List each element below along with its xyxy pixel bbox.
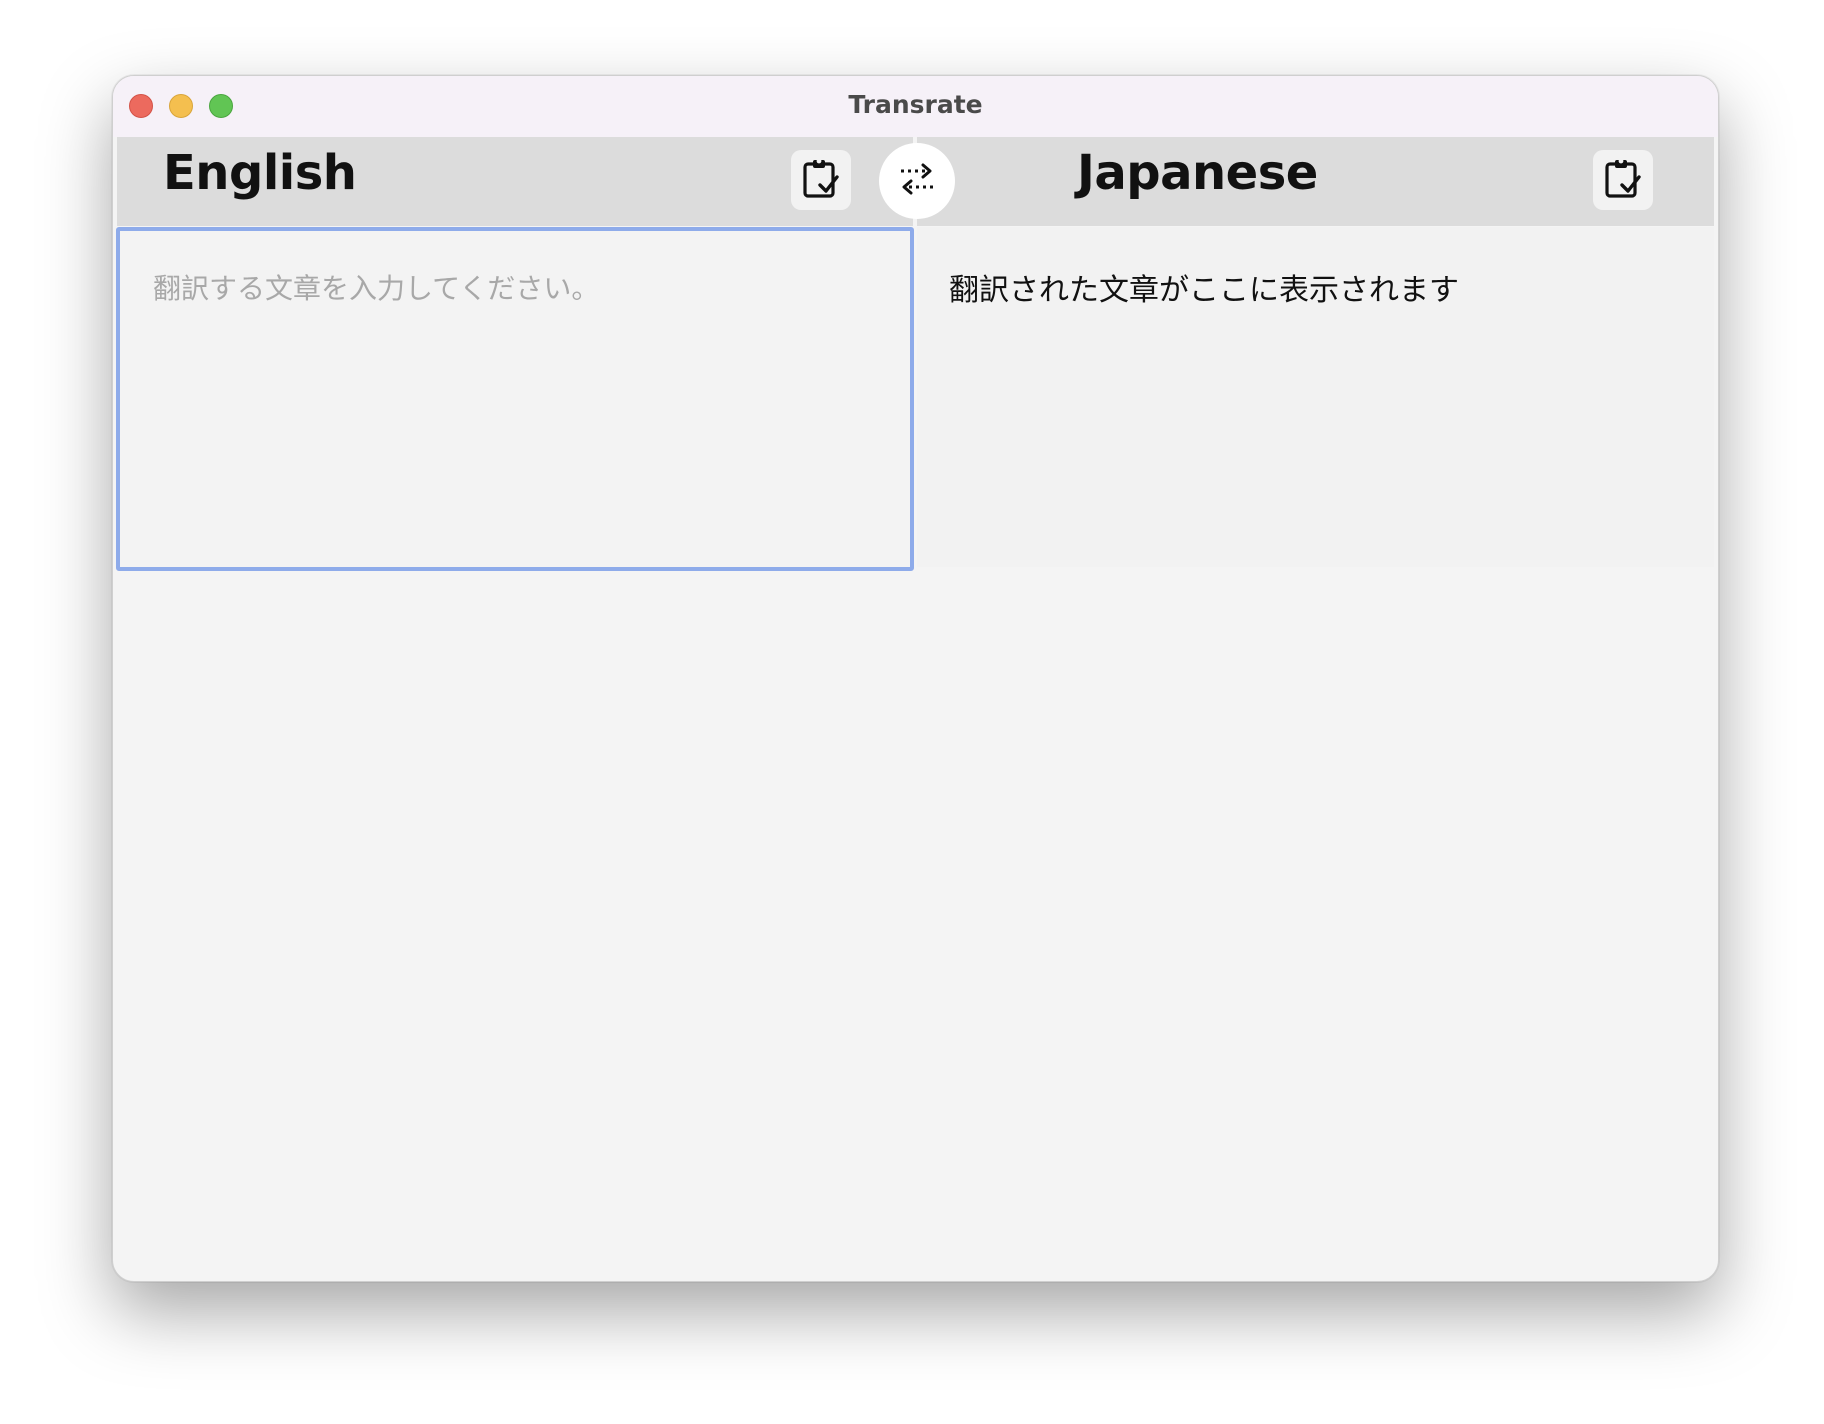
swap-arrows-icon — [897, 161, 937, 202]
clipboard-check-icon — [802, 157, 840, 204]
target-language-bar: Japanese — [917, 137, 1714, 226]
source-paste-button[interactable] — [791, 150, 851, 210]
target-language-label[interactable]: Japanese — [1077, 145, 1318, 201]
translation-output-text: 翻訳された文章がここに表示されます — [949, 273, 1459, 308]
window-title: Transrate — [848, 90, 983, 119]
app-window: Transrate English Japanese 翻訳する文章を入力してくだ… — [112, 75, 1719, 1282]
source-language-bar: English — [117, 137, 913, 226]
clipboard-check-icon — [1604, 157, 1642, 204]
source-text-input[interactable] — [120, 231, 910, 567]
source-text-box — [116, 227, 914, 571]
translation-output-panel: 翻訳された文章がここに表示されます — [917, 227, 1714, 567]
source-language-label[interactable]: English — [163, 145, 357, 201]
title-bar: Transrate — [113, 76, 1718, 137]
swap-languages-button[interactable] — [879, 143, 955, 219]
target-copy-button[interactable] — [1593, 150, 1653, 210]
